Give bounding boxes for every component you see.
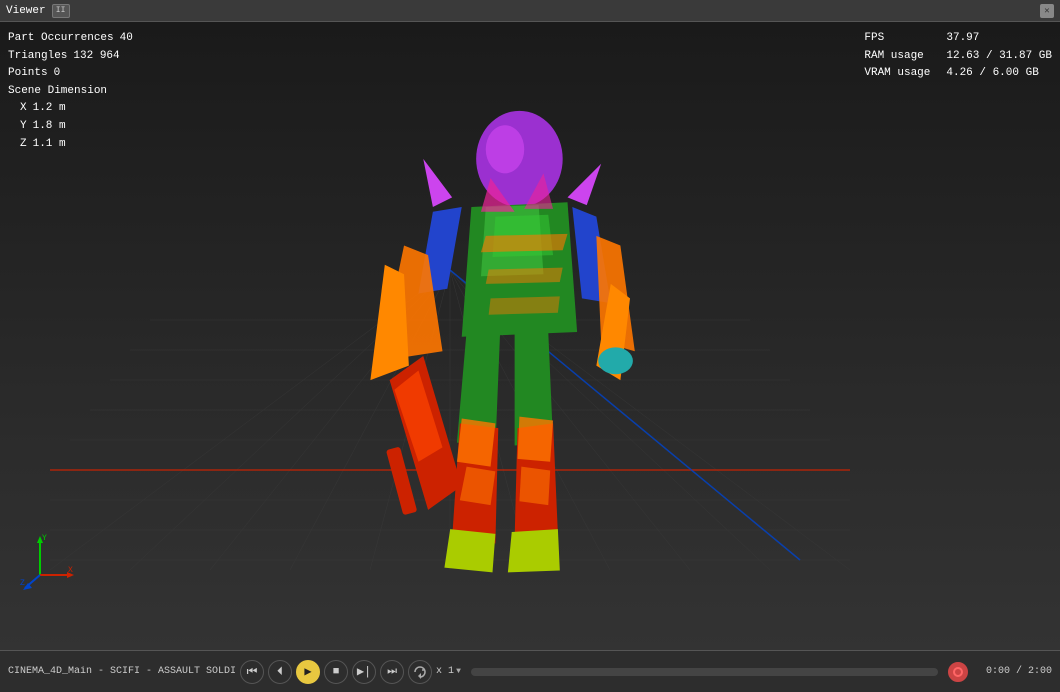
- fps-label: FPS: [864, 30, 934, 48]
- svg-text:Y: Y: [42, 534, 47, 543]
- y-axis-label: Y: [20, 118, 27, 136]
- stats-panel-right: FPS 37.97 RAM usage 12.63 / 31.87 GB VRA…: [864, 30, 1052, 83]
- close-button[interactable]: ✕: [1040, 4, 1054, 18]
- next-frame-button[interactable]: ▶|: [352, 660, 376, 684]
- speed-selector[interactable]: x 1 ▼: [436, 666, 461, 677]
- skip-to-end-button[interactable]: ⏭: [380, 660, 404, 684]
- speed-label: x 1: [436, 666, 454, 677]
- time-display: 0:00 / 2:00: [972, 666, 1052, 677]
- x-axis-label: X: [20, 100, 27, 118]
- part-occurrences-label: Part Occurrences: [8, 30, 114, 48]
- triangles-value: 132 964: [73, 48, 119, 66]
- axis-indicator: Y X Z: [20, 530, 80, 590]
- ram-value: 12.63 / 31.87 GB: [946, 48, 1052, 66]
- triangles-label: Triangles: [8, 48, 67, 66]
- titlebar-pause-button[interactable]: II: [52, 4, 70, 18]
- y-axis-value: 1.8 m: [33, 118, 66, 136]
- animation-name-label: CINEMA_4D_Main - SCIFI - ASSAULT SOLDI: [8, 666, 236, 677]
- x-axis-value: 1.2 m: [33, 100, 66, 118]
- vram-value: 4.26 / 6.00 GB: [946, 65, 1038, 83]
- part-occurrences-value: 40: [120, 30, 133, 48]
- loop-button[interactable]: [408, 660, 432, 684]
- playback-bar[interactable]: [471, 668, 938, 676]
- svg-text:Z: Z: [20, 579, 25, 588]
- z-axis-label: Z: [20, 136, 27, 154]
- svg-text:X: X: [68, 566, 73, 575]
- animation-toolbar: CINEMA_4D_Main - SCIFI - ASSAULT SOLDI ⏮…: [0, 650, 1060, 692]
- ram-label: RAM usage: [864, 48, 934, 66]
- character-figure: [330, 82, 680, 582]
- scene-dimension-label: Scene Dimension: [8, 83, 107, 101]
- points-label: Points: [8, 65, 48, 83]
- skip-to-start-button[interactable]: ⏮: [240, 660, 264, 684]
- titlebar: Viewer II ✕: [0, 0, 1060, 22]
- speed-dropdown-arrow[interactable]: ▼: [456, 667, 461, 676]
- viewport[interactable]: Y X Z Part Occurrences 40 Triangles 132 …: [0, 22, 1060, 650]
- play-button[interactable]: ▶: [296, 660, 320, 684]
- previous-frame-button[interactable]: ⏴: [268, 660, 292, 684]
- points-value: 0: [54, 65, 61, 83]
- z-axis-value: 1.1 m: [33, 136, 66, 154]
- titlebar-title: Viewer: [6, 5, 46, 17]
- stats-panel-left: Part Occurrences 40 Triangles 132 964 Po…: [8, 30, 133, 153]
- fps-value: 37.97: [946, 30, 979, 48]
- vram-label: VRAM usage: [864, 65, 934, 83]
- record-button[interactable]: [948, 662, 968, 682]
- stop-button[interactable]: ■: [324, 660, 348, 684]
